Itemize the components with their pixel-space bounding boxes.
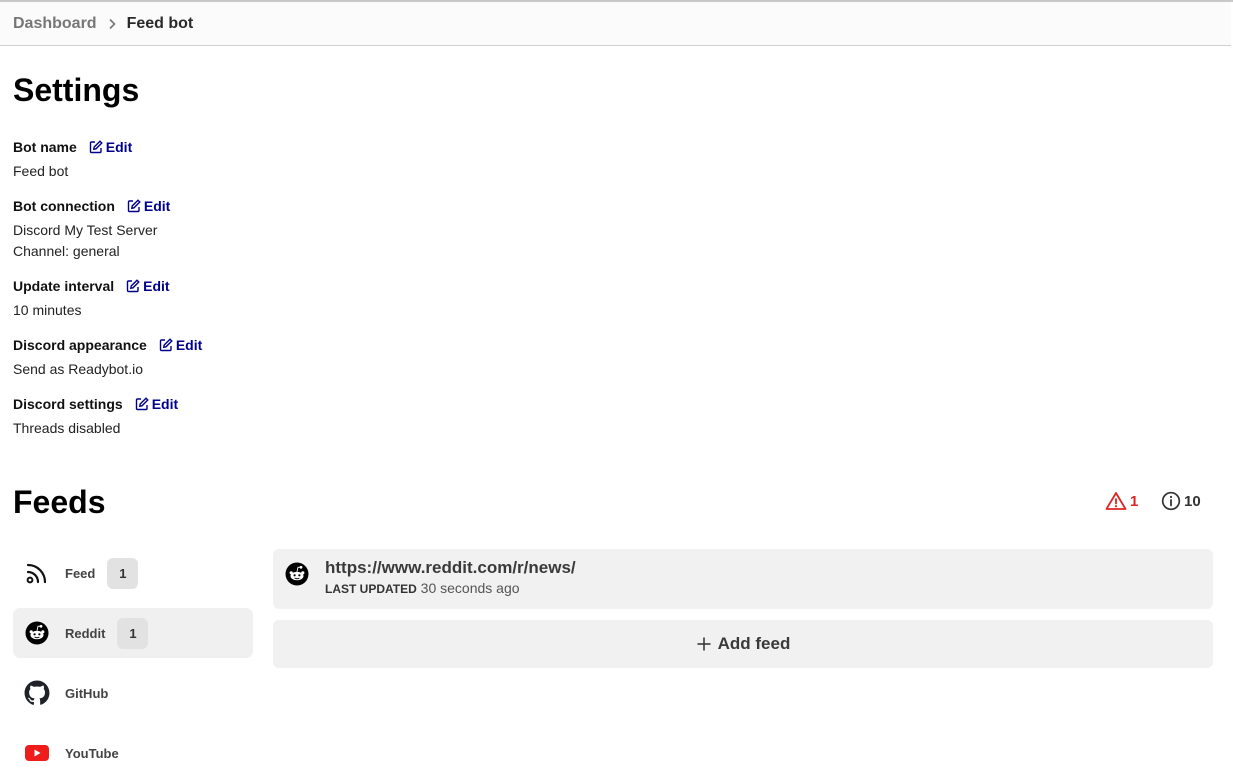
setting-label: Discord appearance (13, 337, 147, 353)
nav-item-label: YouTube (65, 745, 119, 761)
warnings-count-value: 1 (1130, 492, 1139, 510)
breadcrumb-current: Feed bot (126, 14, 194, 32)
setting-value: Discord My Test Server Channel: general (13, 220, 170, 262)
nav-item-reddit[interactable]: Reddit 1 (13, 608, 253, 658)
nav-item-github[interactable]: GitHub (13, 668, 253, 718)
last-updated-label: LAST UPDATED (325, 582, 417, 596)
edit-icon (135, 397, 149, 411)
youtube-icon (24, 740, 50, 766)
edit-label: Edit (143, 278, 170, 294)
nav-item-label: Feed (65, 565, 96, 581)
edit-icon (127, 199, 141, 213)
feed-list-item[interactable]: https://www.reddit.com/r/news/ LAST UPDA… (273, 549, 1213, 609)
info-circle-icon (1161, 491, 1181, 511)
nav-item-badge: 1 (117, 617, 149, 649)
breadcrumb: Dashboard Feed bot (0, 2, 1231, 46)
nav-item-label: Reddit (65, 625, 106, 641)
edit-icon (89, 140, 103, 154)
edit-icon (159, 338, 173, 352)
warning-triangle-icon (1105, 492, 1127, 510)
feed-last-updated: LAST UPDATED 30 seconds ago (325, 580, 520, 596)
setting-label: Bot connection (13, 198, 115, 214)
settings-title: Settings (13, 72, 140, 108)
edit-label: Edit (175, 337, 203, 353)
nav-item-youtube[interactable]: YouTube (13, 728, 253, 778)
setting-value-line: Discord My Test Server (13, 222, 158, 238)
last-updated-value: 30 seconds ago (420, 580, 520, 596)
setting-bot-connection: Bot connection Edit Discord My Test Serv… (13, 198, 170, 262)
nav-item-feed[interactable]: Feed 1 (13, 548, 253, 598)
reddit-icon (24, 620, 50, 646)
edit-bot-connection-button[interactable]: Edit (127, 198, 170, 214)
rss-icon (24, 560, 50, 586)
edit-label: Edit (143, 198, 171, 214)
feed-url[interactable]: https://www.reddit.com/r/news/ (325, 558, 576, 578)
reddit-icon (285, 562, 309, 591)
setting-update-interval: Update interval Edit 10 minutes (13, 278, 170, 321)
edit-bot-name-button[interactable]: Edit (89, 139, 132, 155)
setting-label: Bot name (13, 139, 77, 155)
setting-value-line: Channel: general (13, 243, 120, 259)
feed-type-nav: Feed 1 Reddit 1 GitHub YouTube (13, 548, 253, 780)
edit-discord-appearance-button[interactable]: Edit (159, 337, 202, 353)
info-count[interactable]: 10 (1161, 491, 1201, 511)
setting-label: Update interval (13, 278, 115, 294)
feeds-title: Feeds (13, 484, 106, 520)
chevron-right-icon (107, 18, 117, 30)
add-feed-label: Add feed (717, 634, 791, 653)
edit-icon (126, 279, 140, 293)
warnings-count[interactable]: 1 (1105, 491, 1138, 511)
edit-label: Edit (151, 396, 179, 412)
setting-bot-name: Bot name Edit Feed bot (13, 139, 132, 182)
setting-discord-settings: Discord settings Edit Threads disabled (13, 396, 178, 439)
setting-discord-appearance: Discord appearance Edit Send as Readybot… (13, 337, 202, 380)
edit-label: Edit (105, 139, 133, 155)
setting-value: Send as Readybot.io (13, 361, 143, 377)
github-icon (24, 680, 50, 706)
plus-icon (697, 637, 711, 651)
nav-item-badge: 1 (107, 557, 139, 589)
info-count-value: 10 (1184, 492, 1201, 510)
setting-value: 10 minutes (13, 302, 82, 318)
edit-update-interval-button[interactable]: Edit (126, 278, 170, 294)
setting-value: Threads disabled (13, 420, 121, 436)
edit-discord-settings-button[interactable]: Edit (135, 396, 178, 412)
setting-label: Discord settings (13, 396, 123, 412)
add-feed-button[interactable]: Add feed (273, 620, 1213, 668)
nav-item-label: GitHub (65, 685, 109, 701)
setting-value: Feed bot (13, 163, 69, 179)
breadcrumb-dashboard-link[interactable]: Dashboard (13, 15, 97, 33)
